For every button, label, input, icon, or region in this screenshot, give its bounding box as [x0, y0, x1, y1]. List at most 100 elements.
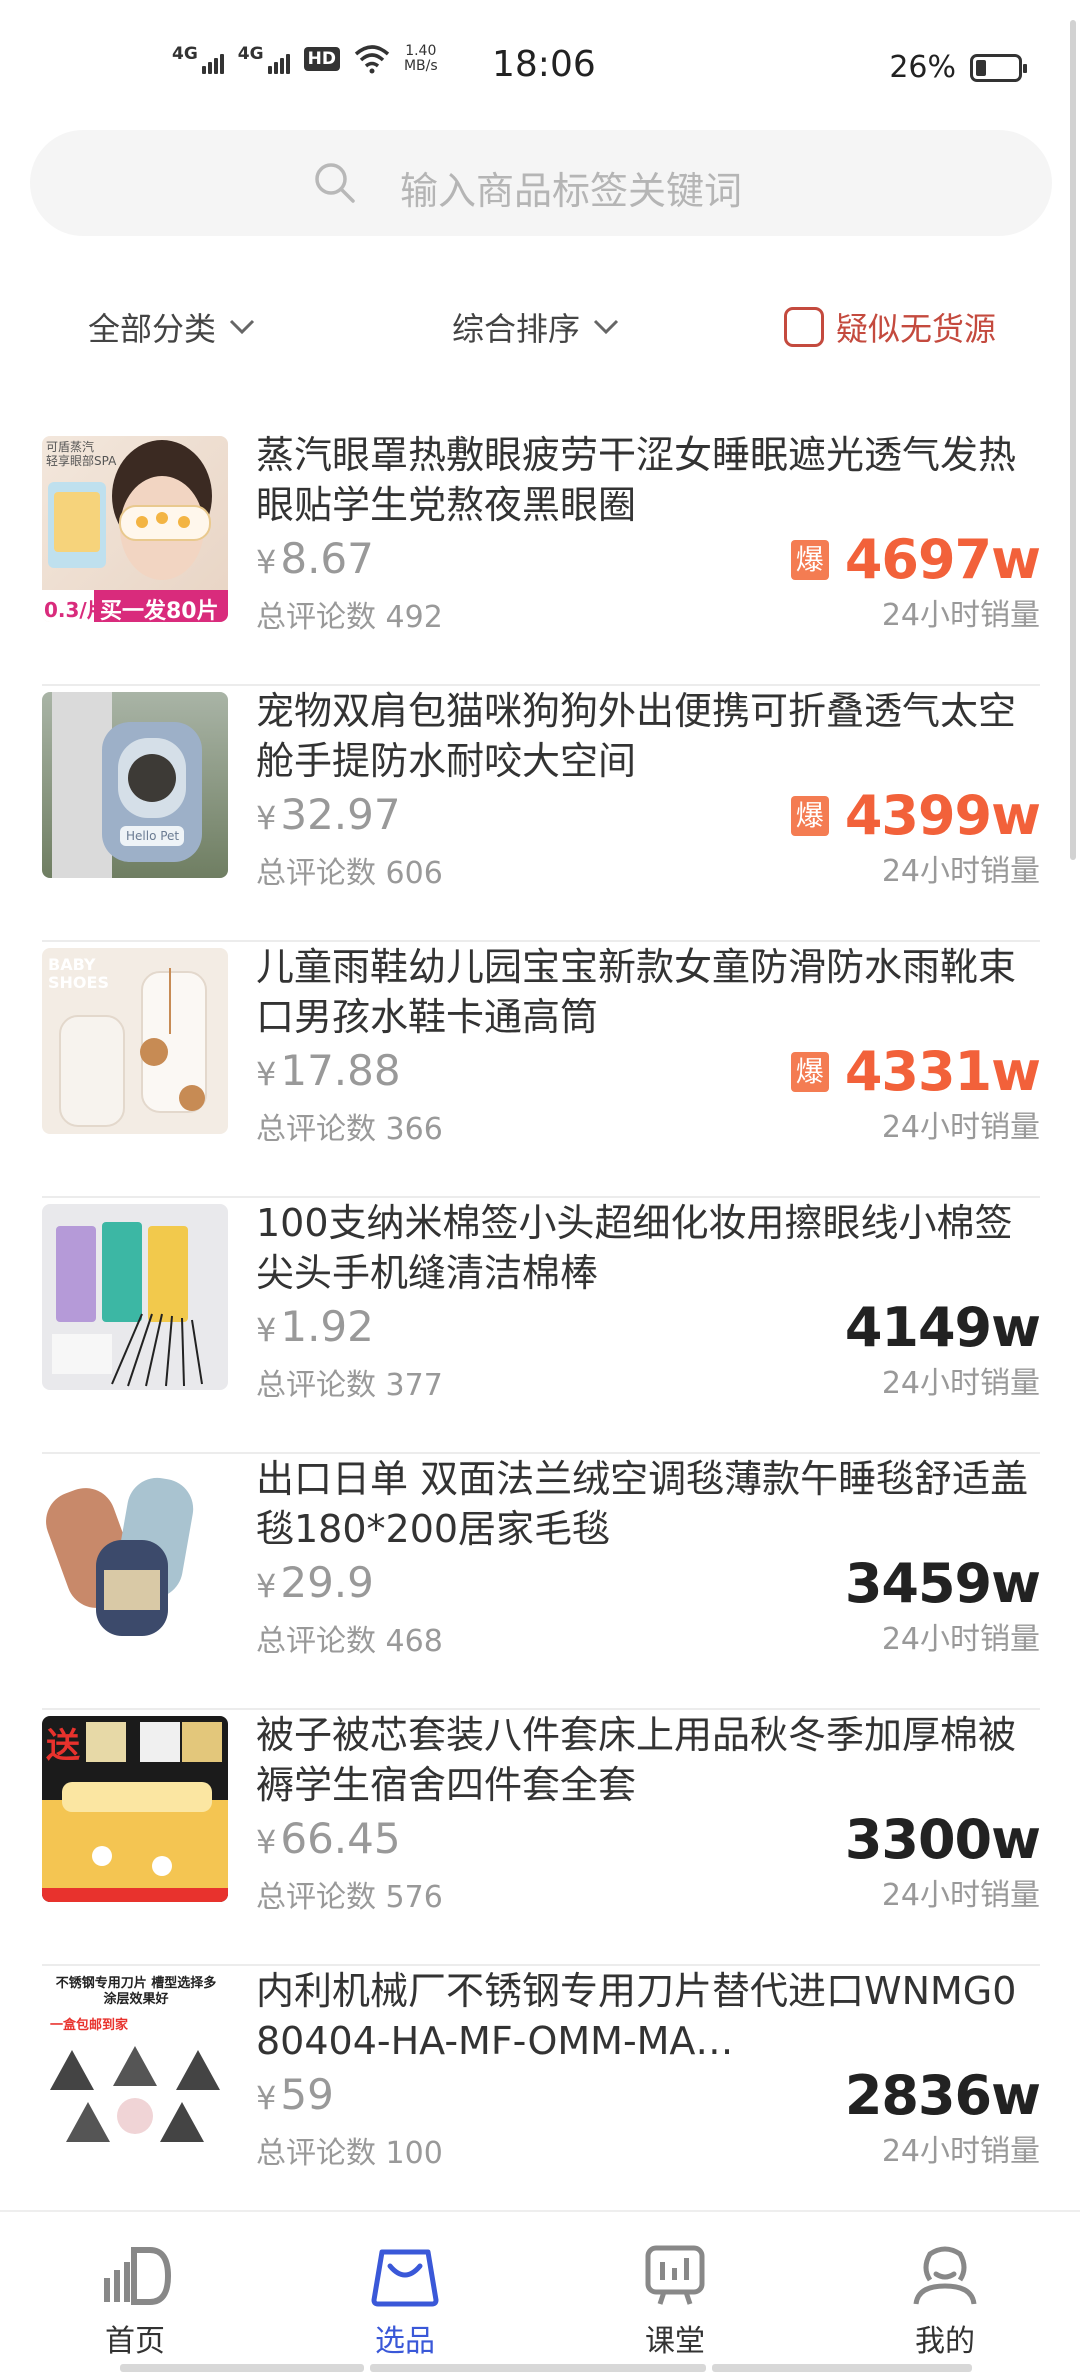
product-thumbnail — [42, 1460, 228, 1646]
thumbnail-subcaption: 一盒包邮到家 — [50, 2018, 129, 2033]
out-of-stock-label: 疑似无货源 — [836, 310, 997, 348]
battery-status: 26% — [889, 50, 1027, 85]
sort-filter-label: 综合排序 — [452, 310, 581, 348]
product-item[interactable]: 可盾蒸汽 轻享眼部SPA 0.3/片 买一发80片 蒸汽眼罩热敷眼疲劳干涩女睡眠… — [42, 430, 1041, 686]
thumbnail-price: 0.3/片 — [44, 598, 107, 622]
product-item[interactable]: BABY SHOES 儿童雨鞋幼儿园宝宝新款女童防滑防水雨靴束口男孩水鞋卡通高筒… — [42, 942, 1041, 1198]
product-item[interactable]: 100支纳米棉签小头超细化妆用擦眼线小棉签尖头手机缝清洁棉棒 ¥1.92 总评论… — [42, 1198, 1041, 1454]
nav-home[interactable]: 首页 — [0, 2212, 270, 2362]
hot-badge-icon: 爆 — [790, 539, 829, 580]
product-thumbnail: BABY SHOES — [42, 948, 228, 1134]
sales-label: 24小时销量 — [881, 1366, 1040, 1401]
product-price: ¥17.88 — [256, 1046, 401, 1095]
category-filter-label: 全部分类 — [88, 310, 217, 348]
classroom-icon — [645, 2245, 705, 2305]
hd-voice-icon: HD — [303, 47, 340, 71]
search-bar[interactable]: 输入商品标签关键词 — [30, 130, 1052, 236]
product-title[interactable]: 儿童雨鞋幼儿园宝宝新款女童防滑防水雨靴束口男孩水鞋卡通高筒 — [256, 942, 1036, 1042]
product-item[interactable]: Hello Pet 宠物双肩包猫咪狗狗外出便携可折叠透气太空舱手提防水耐咬大空间… — [42, 686, 1041, 942]
product-title[interactable]: 内利机械厂不锈钢专用刀片替代进口WNMG080404-HA-MF-OMM-MA… — [256, 1966, 1036, 2066]
sales-count: 3300w — [844, 1808, 1041, 1871]
battery-percent: 26% — [889, 50, 956, 85]
thumbnail-caption: 不锈钢专用刀片 槽型选择多 涂层效果好 — [55, 1976, 217, 2007]
product-price: ¥8.67 — [256, 534, 374, 583]
out-of-stock-toggle[interactable]: 疑似无货源 — [784, 304, 996, 350]
shopping-bag-icon — [371, 2249, 439, 2307]
nav-classroom[interactable]: 课堂 — [540, 2212, 810, 2362]
network-speed: 1.40 MB/s — [403, 43, 438, 74]
hot-badge-icon: 爆 — [790, 795, 829, 836]
product-reviews: 总评论数 377 — [256, 1368, 443, 1403]
product-title[interactable]: 100支纳米棉签小头超细化妆用擦眼线小棉签尖头手机缝清洁棉棒 — [256, 1198, 1036, 1298]
sales-block: 爆 4697w — [790, 528, 1041, 591]
sales-block: 4149w — [844, 1296, 1041, 1359]
product-reviews: 总评论数 606 — [256, 856, 443, 891]
category-filter[interactable]: 全部分类 — [88, 304, 256, 350]
status-icons: 4G 4G HD 1.40 MB/s — [172, 44, 438, 74]
chevron-down-icon — [229, 319, 255, 335]
cellular-signal-1-icon: 4G — [172, 44, 224, 74]
cellular-signal-2-icon: 4G — [238, 44, 290, 74]
out-of-stock-checkbox[interactable] — [784, 307, 824, 347]
home-icon — [104, 2247, 172, 2305]
nav-profile[interactable]: 我的 — [810, 2212, 1080, 2362]
sales-label: 24小时销量 — [881, 598, 1040, 633]
scroll-indicator — [370, 2364, 706, 2372]
search-input[interactable]: 输入商品标签关键词 — [400, 160, 742, 215]
sales-count: 4697w — [844, 528, 1041, 591]
sales-count: 2836w — [844, 2064, 1041, 2127]
product-thumbnail: 不锈钢专用刀片 槽型选择多 涂层效果好 一盒包邮到家 — [42, 1972, 228, 2158]
product-reviews: 总评论数 366 — [256, 1112, 443, 1147]
sales-block: 3300w — [844, 1808, 1041, 1871]
product-reviews: 总评论数 576 — [256, 1880, 443, 1915]
thumbnail-caption: 送 — [46, 1726, 80, 1766]
product-price: ¥32.97 — [256, 790, 401, 839]
scrollbar[interactable] — [1070, 20, 1076, 860]
sales-block: 爆 4331w — [790, 1040, 1041, 1103]
bottom-nav: 首页 选品 课堂 我的 — [0, 2210, 1080, 2376]
product-price: ¥29.9 — [256, 1558, 374, 1607]
product-title[interactable]: 被子被芯套装八件套床上用品秋冬季加厚棉被褥学生宿舍四件套全套 — [256, 1710, 1036, 1810]
product-item[interactable]: 送 被子被芯套装八件套床上用品秋冬季加厚棉被褥学生宿舍四件套全套 ¥66.45 … — [42, 1710, 1041, 1966]
hot-badge-icon: 爆 — [790, 1051, 829, 1092]
product-price: ¥59 — [256, 2070, 334, 2119]
nav-label: 选品 — [375, 2324, 435, 2359]
product-title[interactable]: 宠物双肩包猫咪狗狗外出便携可折叠透气太空舱手提防水耐咬大空间 — [256, 686, 1036, 786]
scroll-indicator — [712, 2364, 972, 2372]
sales-count: 4399w — [844, 784, 1041, 847]
sales-label: 24小时销量 — [881, 1622, 1040, 1657]
nav-label: 课堂 — [645, 2324, 705, 2359]
filter-bar: 全部分类 综合排序 疑似无货源 — [0, 290, 1080, 370]
search-icon — [315, 163, 355, 203]
product-title[interactable]: 出口日单 双面法兰绒空调毯薄款午睡毯舒适盖毯180*200居家毛毯 — [256, 1454, 1036, 1554]
sales-count: 4331w — [844, 1040, 1041, 1103]
product-thumbnail: 送 — [42, 1716, 228, 1902]
clock: 18:06 — [492, 44, 596, 85]
product-price: ¥66.45 — [256, 1814, 401, 1863]
thumbnail-tag: Hello Pet — [126, 829, 180, 843]
product-thumbnail — [42, 1204, 228, 1390]
status-bar: 4G 4G HD 1.40 MB/s 18:06 26% — [0, 0, 1080, 130]
product-thumbnail: 可盾蒸汽 轻享眼部SPA 0.3/片 买一发80片 — [42, 436, 228, 622]
product-reviews: 总评论数 492 — [256, 600, 443, 635]
scroll-indicator — [120, 2364, 364, 2372]
wifi-icon — [354, 45, 390, 74]
sales-count: 4149w — [844, 1296, 1041, 1359]
product-thumbnail: Hello Pet — [42, 692, 228, 878]
sales-label: 24小时销量 — [881, 854, 1040, 889]
product-reviews: 总评论数 100 — [256, 2136, 443, 2171]
product-price: ¥1.92 — [256, 1302, 374, 1351]
sales-label: 24小时销量 — [881, 1878, 1040, 1913]
sales-block: 3459w — [845, 1552, 1041, 1615]
sales-block: 2836w — [844, 2064, 1041, 2127]
product-title[interactable]: 蒸汽眼罩热敷眼疲劳干涩女睡眠遮光透气发热眼贴学生党熬夜黑眼圈 — [256, 430, 1036, 530]
product-item[interactable]: 不锈钢专用刀片 槽型选择多 涂层效果好 一盒包邮到家 内利机械厂不锈钢专用刀片替… — [42, 1966, 1041, 2222]
chevron-down-icon — [593, 319, 619, 335]
sales-block: 爆 4399w — [790, 784, 1041, 847]
nav-products[interactable]: 选品 — [270, 2212, 540, 2362]
product-item[interactable]: 出口日单 双面法兰绒空调毯薄款午睡毯舒适盖毯180*200居家毛毯 ¥29.9 … — [42, 1454, 1041, 1710]
nav-label: 首页 — [105, 2324, 165, 2359]
product-reviews: 总评论数 468 — [256, 1624, 443, 1659]
profile-icon — [913, 2246, 977, 2305]
sort-filter[interactable]: 综合排序 — [452, 304, 620, 350]
